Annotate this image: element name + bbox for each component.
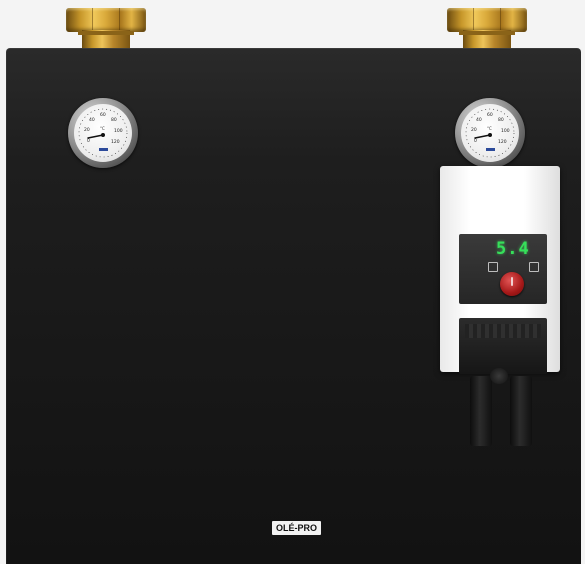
svg-text:40: 40 bbox=[476, 117, 482, 123]
svg-text:°C: °C bbox=[100, 126, 105, 131]
left-outlet-pipe bbox=[470, 376, 492, 446]
svg-text:80: 80 bbox=[111, 117, 117, 123]
svg-text:40: 40 bbox=[89, 117, 95, 123]
pump-display: 5.4 bbox=[496, 239, 530, 259]
svg-text:100: 100 bbox=[114, 128, 123, 134]
pump-motor-body bbox=[459, 318, 547, 374]
drain-valve bbox=[490, 368, 508, 384]
right-temperature-gauge: 0 20 40 60 80 100 120 °C bbox=[455, 98, 525, 168]
gauge-dial-icon: 0 20 40 60 80 100 120 °C bbox=[465, 108, 515, 158]
product-photo: 0 20 40 60 80 100 120 °C 0 20 40 60 80 1… bbox=[0, 0, 585, 564]
svg-text:60: 60 bbox=[487, 112, 493, 118]
svg-text:0: 0 bbox=[474, 138, 477, 144]
left-temperature-gauge: 0 20 40 60 80 100 120 °C bbox=[68, 98, 138, 168]
svg-text:120: 120 bbox=[111, 139, 120, 145]
mode-right-icon[interactable] bbox=[529, 262, 539, 272]
svg-text:20: 20 bbox=[84, 127, 90, 133]
svg-text:120: 120 bbox=[498, 139, 507, 145]
svg-text:80: 80 bbox=[498, 117, 504, 123]
power-button[interactable] bbox=[500, 272, 524, 296]
svg-text:60: 60 bbox=[100, 112, 106, 118]
brand-label: OLÉ-PRO bbox=[272, 521, 322, 535]
svg-text:0: 0 bbox=[87, 138, 90, 144]
left-brass-fitting bbox=[66, 0, 146, 52]
gauge-dial-icon: 0 20 40 60 80 100 120 °C bbox=[78, 108, 128, 158]
svg-text:20: 20 bbox=[471, 127, 477, 133]
right-outlet-pipe bbox=[510, 376, 532, 446]
right-brass-fitting bbox=[447, 0, 527, 52]
svg-text:100: 100 bbox=[501, 128, 510, 134]
svg-text:°C: °C bbox=[487, 126, 492, 131]
mode-left-icon[interactable] bbox=[488, 262, 498, 272]
